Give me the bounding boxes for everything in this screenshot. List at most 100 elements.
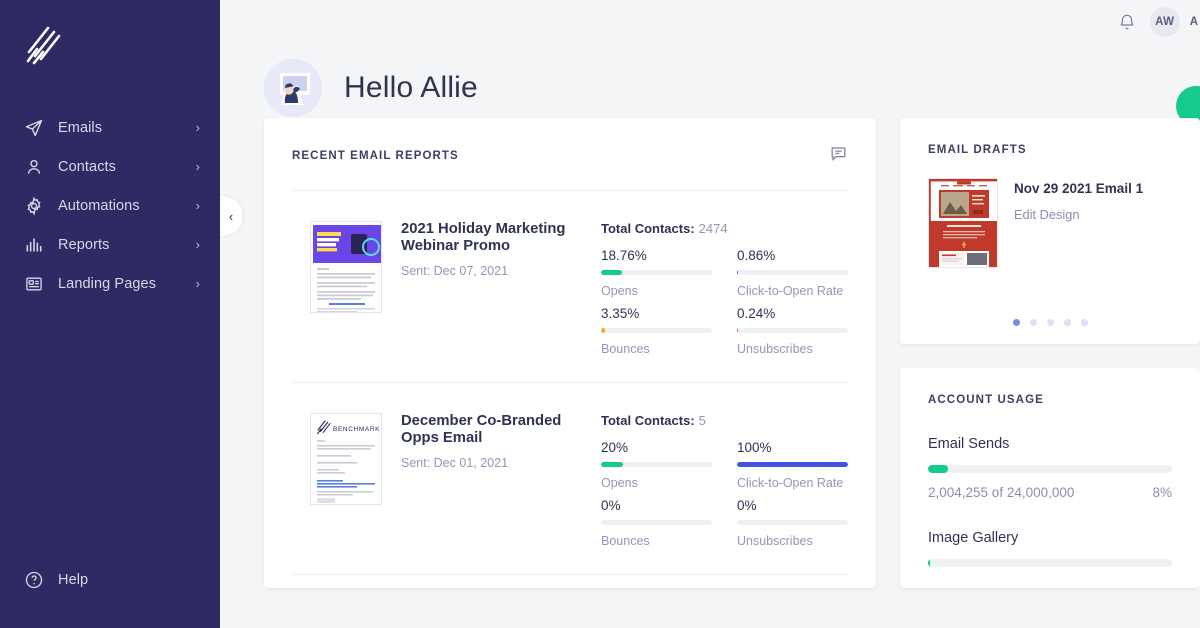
progress-bar bbox=[601, 462, 712, 467]
email-sent-date: Sent: Dec 01, 2021 bbox=[401, 456, 509, 470]
email-thumbnail bbox=[310, 221, 382, 313]
stat-opens: 18.76% Opens bbox=[601, 248, 712, 298]
progress-bar bbox=[601, 328, 712, 333]
total-contacts-value: 2474 bbox=[698, 221, 728, 236]
draft-name[interactable]: Nov 29 2021 Email 1 bbox=[1014, 181, 1143, 196]
carousel-dot[interactable] bbox=[1063, 319, 1071, 326]
email-name[interactable]: December Co-Branded Opps Email bbox=[401, 413, 601, 447]
progress-fill bbox=[601, 328, 605, 333]
chevron-right-icon: › bbox=[195, 198, 200, 213]
progress-bar bbox=[737, 328, 848, 333]
total-contacts-label: Total Contacts: bbox=[601, 413, 695, 428]
stat-value: 18.76% bbox=[601, 248, 647, 263]
greeting: Hello Allie bbox=[220, 44, 1200, 118]
carousel-dot[interactable] bbox=[1029, 319, 1037, 326]
report-info: 2021 Holiday Marketing Webinar Promo Sen… bbox=[401, 221, 601, 356]
sidebar-item-landing-pages[interactable]: Landing Pages › bbox=[0, 264, 220, 303]
table-row[interactable]: 2021 Holiday Marketing Webinar Promo Sen… bbox=[292, 191, 848, 382]
progress-fill bbox=[928, 465, 948, 473]
list-item[interactable]: Nov 29 2021 Email 1 Edit Design bbox=[928, 178, 1172, 268]
stat-grid: 18.76% Opens 0.86% Click-to-Open Rate 3.… bbox=[601, 248, 848, 356]
carousel-dot[interactable] bbox=[1012, 319, 1020, 326]
stat-value: 0.86% bbox=[737, 248, 776, 263]
benchmark-logo-icon bbox=[26, 26, 61, 65]
chat-bubble-icon[interactable] bbox=[829, 144, 848, 168]
sidebar-item-emails[interactable]: Emails › bbox=[0, 108, 220, 147]
content-area: Recent Email Reports bbox=[220, 118, 1200, 588]
sidebar-item-help[interactable]: Help bbox=[0, 562, 220, 598]
stat-value: 3.35% bbox=[601, 306, 640, 321]
stat-label: Opens bbox=[601, 476, 638, 490]
stat-bounces: 3.35% Bounces bbox=[601, 306, 712, 356]
app-root: Emails › Contacts › Automations › Report… bbox=[0, 0, 1200, 628]
topbar: AW A bbox=[220, 0, 1200, 44]
person-icon bbox=[23, 156, 45, 178]
sidebar-item-contacts[interactable]: Contacts › bbox=[0, 147, 220, 186]
usage-title: Account Usage bbox=[928, 394, 1044, 406]
stat-label: Click-to-Open Rate bbox=[737, 476, 844, 490]
stat-grid: 20% Opens 100% Click-to-Open Rate 0% Bou… bbox=[601, 440, 848, 548]
stat-value: 0% bbox=[737, 498, 757, 513]
stat-value: 20% bbox=[601, 440, 629, 455]
main-content: AW A Hello Allie RECENT EMAIL REPORTS 20… bbox=[220, 0, 1200, 628]
usage-text: 2,004,255 of 24,000,000 bbox=[928, 485, 1075, 500]
email-sent-date: Sent: Dec 07, 2021 bbox=[401, 264, 509, 278]
reports-title: Recent Email Reports bbox=[292, 150, 459, 162]
stat-value: 0% bbox=[601, 498, 621, 513]
edit-design-link[interactable]: Edit Design bbox=[1014, 207, 1143, 222]
paper-plane-icon bbox=[23, 117, 45, 139]
sidebar-item-label: Landing Pages bbox=[58, 275, 157, 292]
carousel-dot[interactable] bbox=[1046, 319, 1054, 326]
progress-fill bbox=[737, 462, 848, 467]
sidebar: Emails › Contacts › Automations › Report… bbox=[0, 0, 220, 628]
progress-bar bbox=[601, 520, 712, 525]
recent-email-reports-card: Recent Email Reports bbox=[264, 118, 876, 588]
drafts-title: Email Drafts bbox=[928, 144, 1027, 156]
notification-bell-icon[interactable] bbox=[1112, 7, 1142, 37]
greeting-avatar-illustration bbox=[264, 59, 322, 117]
carousel-dot[interactable] bbox=[1080, 319, 1088, 326]
stat-value: 0.24% bbox=[737, 306, 776, 321]
stat-label: Opens bbox=[601, 284, 638, 298]
email-name[interactable]: 2021 Holiday Marketing Webinar Promo bbox=[401, 221, 601, 255]
sidebar-item-reports[interactable]: Reports › bbox=[0, 225, 220, 264]
sidebar-item-label: Help bbox=[58, 572, 89, 588]
chevron-right-icon: › bbox=[195, 120, 200, 135]
avatar-secondary[interactable]: A bbox=[1190, 16, 1198, 28]
sidebar-item-label: Emails bbox=[58, 119, 103, 136]
stat-click-to-open-rate: 0.86% Click-to-Open Rate bbox=[737, 248, 848, 298]
table-row[interactable]: BENCHMARK December Co-Branded Opps Email… bbox=[292, 383, 848, 574]
email-drafts-card: Email Drafts bbox=[900, 118, 1200, 344]
stat-unsubscribes: 0% Unsubscribes bbox=[737, 498, 848, 548]
usage-block-image-gallery: Image Gallery bbox=[928, 530, 1172, 567]
stat-click-to-open-rate: 100% Click-to-Open Rate bbox=[737, 440, 848, 490]
progress-fill bbox=[928, 559, 931, 567]
bar-chart-icon bbox=[23, 234, 45, 256]
stat-bounces: 0% Bounces bbox=[601, 498, 712, 548]
progress-bar bbox=[928, 559, 1172, 567]
sidebar-nav: Emails › Contacts › Automations › Report… bbox=[0, 108, 220, 303]
sidebar-item-automations[interactable]: Automations › bbox=[0, 186, 220, 225]
total-contacts-value: 5 bbox=[698, 413, 706, 428]
logo-container[interactable] bbox=[0, 0, 220, 86]
progress-bar bbox=[737, 270, 848, 275]
usage-footer: 2,004,255 of 24,000,000 8% bbox=[928, 485, 1172, 500]
progress-fill bbox=[601, 462, 624, 467]
report-stats: Total Contacts:2474 18.76% Opens 0.86% bbox=[601, 221, 848, 356]
email-thumbnail: BENCHMARK bbox=[310, 413, 382, 505]
stat-label: Click-to-Open Rate bbox=[737, 284, 844, 298]
progress-bar bbox=[601, 270, 712, 275]
progress-fill bbox=[737, 328, 739, 333]
avatar[interactable]: AW bbox=[1149, 7, 1180, 37]
sidebar-item-label: Contacts bbox=[58, 158, 117, 175]
sidebar-item-label: Reports bbox=[58, 236, 110, 253]
report-stats: Total Contacts: 5 20% Opens 100% Click-t… bbox=[601, 413, 848, 548]
page-title: Hello Allie bbox=[344, 71, 478, 104]
stat-label: Unsubscribes bbox=[737, 534, 813, 548]
progress-fill bbox=[737, 270, 739, 275]
account-usage-card: Account Usage Email Sends 2,004,255 of 2… bbox=[900, 368, 1200, 588]
question-circle-icon bbox=[23, 569, 45, 591]
stat-unsubscribes: 0.24% Unsubscribes bbox=[737, 306, 848, 356]
stat-opens: 20% Opens bbox=[601, 440, 712, 490]
usage-block-email-sends: Email Sends 2,004,255 of 24,000,000 8% bbox=[928, 436, 1172, 500]
